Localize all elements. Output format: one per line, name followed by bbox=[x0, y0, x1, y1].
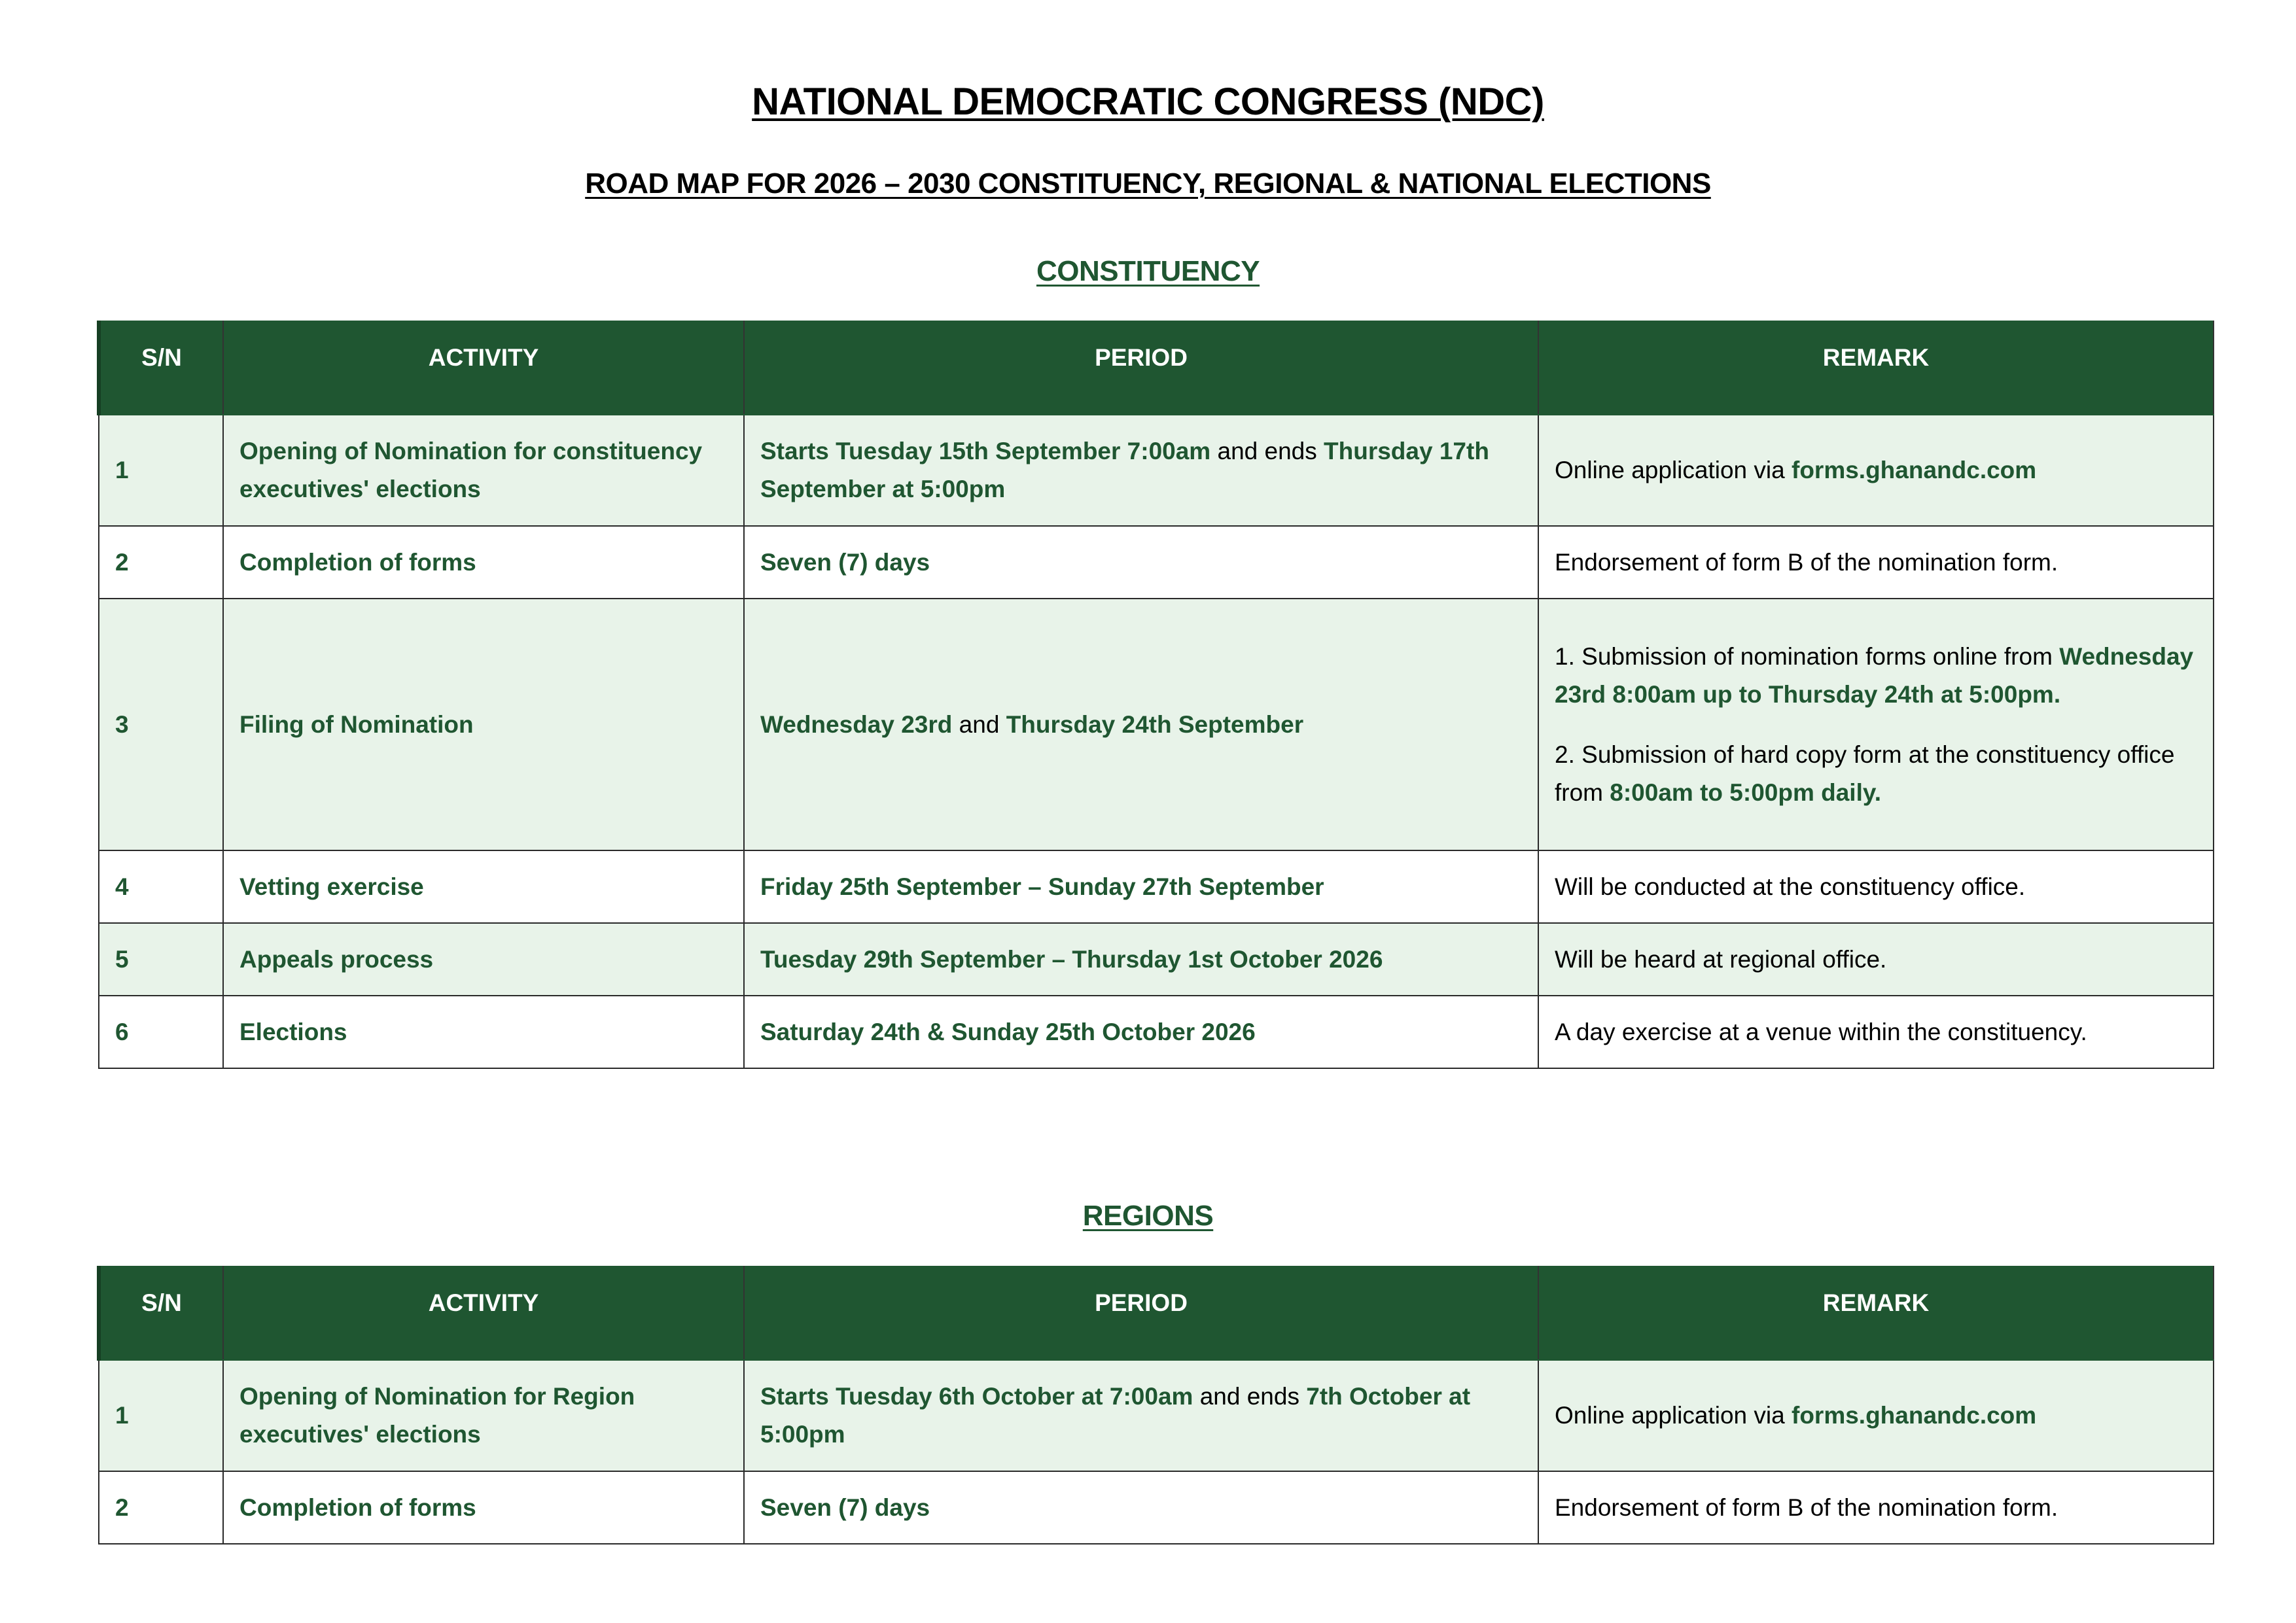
period-end: Thursday 24th September bbox=[1006, 710, 1304, 738]
remark-point-2: 2. Submission of hard copy form at the c… bbox=[1555, 736, 2197, 812]
table-header-row: S/N ACTIVITY PERIOD REMARK bbox=[97, 321, 2214, 415]
constituency-heading: CONSTITUENCY bbox=[1036, 255, 1260, 287]
remark-text: 1. Submission of nomination forms online… bbox=[1555, 642, 2060, 670]
row-activity: Completion of forms bbox=[222, 525, 745, 599]
row-activity: Elections bbox=[222, 995, 745, 1069]
row-sn: 6 bbox=[98, 995, 224, 1069]
row-sn: 2 bbox=[98, 1471, 224, 1544]
row-sn: 4 bbox=[98, 850, 224, 924]
remark-highlight: 8:00am to 5:00pm daily. bbox=[1610, 778, 1881, 806]
row-period: Starts Tuesday 6th October at 7:00am and… bbox=[743, 1359, 1539, 1472]
header-activity: ACTIVITY bbox=[222, 1266, 745, 1361]
row-sn: 1 bbox=[98, 1359, 224, 1472]
period-connector: and ends bbox=[1193, 1383, 1307, 1410]
row-remark: Endorsement of form B of the nomination … bbox=[1538, 525, 2214, 599]
period-text: Tuesday 29th September – Thursday 1st Oc… bbox=[760, 945, 1383, 973]
period-connector: and ends bbox=[1210, 438, 1324, 464]
row-remark: A day exercise at a venue within the con… bbox=[1538, 995, 2214, 1069]
table-row: 1 Opening of Nomination for Region execu… bbox=[98, 1359, 2214, 1472]
remark-text: Online application via bbox=[1555, 1402, 1792, 1429]
table-row: 4 Vetting exercise Friday 25th September… bbox=[98, 850, 2214, 924]
row-sn: 3 bbox=[98, 598, 224, 851]
header-remark: REMARK bbox=[1538, 1266, 2214, 1361]
remark-text: Will be heard at regional office. bbox=[1555, 945, 1887, 973]
period-connector: and bbox=[952, 710, 1006, 738]
row-period: Tuesday 29th September – Thursday 1st Oc… bbox=[743, 922, 1539, 996]
header-sn: S/N bbox=[97, 321, 224, 415]
table-row: 5 Appeals process Tuesday 29th September… bbox=[98, 922, 2214, 996]
table-row: 1 Opening of Nomination for constituency… bbox=[98, 414, 2214, 527]
row-period: Starts Tuesday 15th September 7:00am and… bbox=[743, 414, 1539, 527]
table-row: 3 Filing of Nomination Wednesday 23rd an… bbox=[98, 598, 2214, 851]
period-text: Seven (7) days bbox=[760, 1493, 930, 1521]
remark-text: Endorsement of form B of the nomination … bbox=[1555, 1493, 2058, 1521]
row-remark: 1. Submission of nomination forms online… bbox=[1538, 598, 2214, 851]
row-period: Friday 25th September – Sunday 27th Sept… bbox=[743, 850, 1539, 924]
header-period: PERIOD bbox=[743, 321, 1539, 415]
document-page: NATIONAL DEMOCRATIC CONGRESS (NDC) ROAD … bbox=[0, 0, 2296, 1623]
row-activity: Opening of Nomination for Region executi… bbox=[222, 1359, 745, 1472]
row-activity: Appeals process bbox=[222, 922, 745, 996]
remark-link[interactable]: forms.ghanandc.com bbox=[1792, 1402, 2036, 1429]
row-remark: Will be conducted at the constituency of… bbox=[1538, 850, 2214, 924]
row-remark: Will be heard at regional office. bbox=[1538, 922, 2214, 996]
row-period: Saturday 24th & Sunday 25th October 2026 bbox=[743, 995, 1539, 1069]
document-title: NATIONAL DEMOCRATIC CONGRESS (NDC) bbox=[752, 80, 1544, 123]
header-remark: REMARK bbox=[1538, 321, 2214, 415]
period-start: Starts Tuesday 15th September 7:00am bbox=[760, 438, 1211, 464]
table-row: 2 Completion of forms Seven (7) days End… bbox=[98, 1471, 2214, 1544]
remark-text: A day exercise at a venue within the con… bbox=[1555, 1018, 2087, 1045]
remark-text: Will be conducted at the constituency of… bbox=[1555, 873, 2026, 900]
remark-text: Online application via bbox=[1555, 457, 1792, 483]
table-header-row: S/N ACTIVITY PERIOD REMARK bbox=[97, 1266, 2214, 1361]
period-text: Seven (7) days bbox=[760, 548, 930, 576]
regions-heading: REGIONS bbox=[1082, 1200, 1214, 1232]
header-sn: S/N bbox=[97, 1266, 224, 1361]
period-start: Wednesday 23rd bbox=[760, 710, 953, 738]
document-subtitle: ROAD MAP FOR 2026 – 2030 CONSTITUENCY, R… bbox=[585, 167, 1711, 200]
row-activity: Opening of Nomination for constituency e… bbox=[222, 414, 745, 527]
row-activity: Completion of forms bbox=[222, 1471, 745, 1544]
regions-table: S/N ACTIVITY PERIOD REMARK 1 Opening of … bbox=[97, 1266, 2214, 1544]
remark-link[interactable]: forms.ghanandc.com bbox=[1792, 457, 2036, 483]
remark-text: Endorsement of form B of the nomination … bbox=[1555, 548, 2058, 576]
row-sn: 1 bbox=[98, 414, 224, 527]
table-row: 6 Elections Saturday 24th & Sunday 25th … bbox=[98, 995, 2214, 1069]
row-remark: Online application via forms.ghanandc.co… bbox=[1538, 414, 2214, 527]
period-start: Starts Tuesday 6th October at 7:00am bbox=[760, 1383, 1193, 1410]
remark-point-1: 1. Submission of nomination forms online… bbox=[1555, 638, 2197, 714]
row-activity: Vetting exercise bbox=[222, 850, 745, 924]
row-period: Wednesday 23rd and Thursday 24th Septemb… bbox=[743, 598, 1539, 851]
period-text: Friday 25th September – Sunday 27th Sept… bbox=[760, 873, 1324, 900]
table-row: 2 Completion of forms Seven (7) days End… bbox=[98, 525, 2214, 599]
header-period: PERIOD bbox=[743, 1266, 1539, 1361]
row-period: Seven (7) days bbox=[743, 525, 1539, 599]
constituency-table: S/N ACTIVITY PERIOD REMARK 1 Opening of … bbox=[97, 321, 2214, 1069]
period-text: Saturday 24th & Sunday 25th October 2026 bbox=[760, 1018, 1256, 1045]
row-period: Seven (7) days bbox=[743, 1471, 1539, 1544]
row-sn: 5 bbox=[98, 922, 224, 996]
row-remark: Online application via forms.ghanandc.co… bbox=[1538, 1359, 2214, 1472]
header-activity: ACTIVITY bbox=[222, 321, 745, 415]
row-activity: Filing of Nomination bbox=[222, 598, 745, 851]
row-remark: Endorsement of form B of the nomination … bbox=[1538, 1471, 2214, 1544]
row-sn: 2 bbox=[98, 525, 224, 599]
